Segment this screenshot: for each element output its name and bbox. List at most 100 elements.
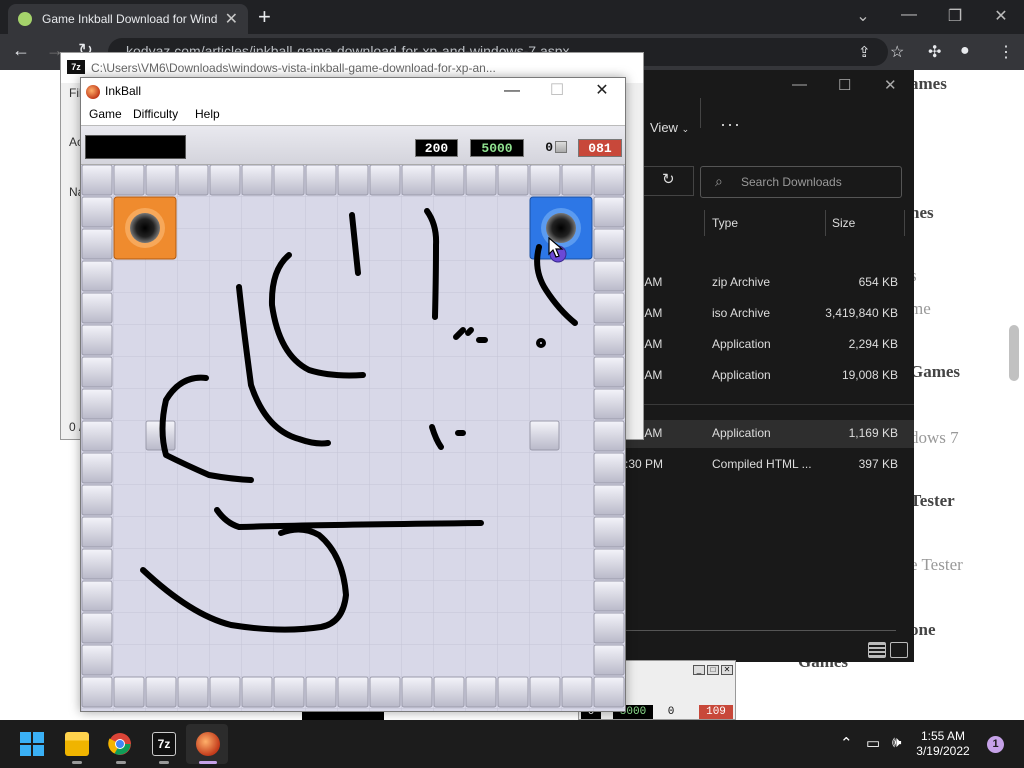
inkball-taskbar-icon[interactable] xyxy=(196,732,220,756)
wall-tile xyxy=(529,676,561,708)
orange-hole xyxy=(113,196,177,260)
wall-tile xyxy=(305,676,337,708)
file-explorer-taskbar-icon[interactable] xyxy=(65,732,89,756)
file-row-selected[interactable]: :41 AM Application 1,169 KB xyxy=(600,420,914,448)
tab-search-icon[interactable]: ⌄ xyxy=(840,6,886,26)
wall-tile xyxy=(593,644,625,676)
search-downloads-input[interactable]: ⌕ Search Downloads xyxy=(700,166,902,198)
page-link[interactable]: ames xyxy=(910,74,947,94)
wall-tile xyxy=(401,165,433,196)
explorer-minimize-button[interactable]: — xyxy=(792,76,807,93)
column-header-type[interactable]: Type xyxy=(712,216,738,230)
start-windows-icon[interactable] xyxy=(20,732,44,756)
wall-tile xyxy=(337,676,369,708)
file-size: 397 KB xyxy=(858,457,898,471)
page-text: e Tester xyxy=(910,555,963,574)
inkball-title-bar[interactable]: InkBall — ☐ ✕ xyxy=(81,78,625,105)
wall-tile xyxy=(81,644,113,676)
browser-restore-button[interactable]: ❐ xyxy=(932,6,978,26)
volume-icon[interactable]: 🕪 xyxy=(892,734,901,751)
tab-title: Game Inkball Download for Windo xyxy=(42,12,217,26)
wall-tile xyxy=(337,165,369,196)
view-button[interactable]: View ⌄ xyxy=(650,120,689,135)
details-view-icon[interactable] xyxy=(868,642,886,658)
wall-tile xyxy=(593,484,625,516)
bookmark-star-icon[interactable]: ☆ xyxy=(890,42,904,62)
file-size: 654 KB xyxy=(858,275,898,289)
toolbar-divider xyxy=(700,98,701,128)
file-type: Application xyxy=(712,426,771,440)
file-type: Compiled HTML ... xyxy=(712,457,812,471)
chrome-menu-icon[interactable]: ⋮ xyxy=(998,42,1014,62)
browser-minimize-button[interactable]: — xyxy=(886,6,932,24)
wall-tile xyxy=(593,292,625,324)
wall-tile xyxy=(433,165,465,196)
wall-tile xyxy=(593,228,625,260)
file-row[interactable]: :32 AM Application 2,294 KB xyxy=(600,331,914,359)
ink2-close-button[interactable]: ✕ xyxy=(721,665,733,675)
running-indicator xyxy=(159,761,169,764)
file-row[interactable]: :53 AM iso Archive 3,419,840 KB xyxy=(600,300,914,328)
wall-tile xyxy=(273,676,305,708)
explorer-close-button[interactable]: ✕ xyxy=(884,76,897,94)
page-scrollbar-thumb[interactable] xyxy=(1009,325,1019,381)
wall-tile xyxy=(593,676,625,708)
network-icon[interactable]: ▭ xyxy=(866,734,880,752)
balls-count: 0 xyxy=(545,140,553,155)
chrome-taskbar-icon[interactable] xyxy=(108,732,132,756)
wall-tile xyxy=(81,420,113,452)
wall-tile xyxy=(465,165,497,196)
menu-game[interactable]: Game xyxy=(89,107,122,121)
wall-tile xyxy=(593,580,625,612)
extensions-icon[interactable]: ✣ xyxy=(928,42,941,62)
wall-tile xyxy=(561,676,593,708)
ink-dot xyxy=(536,338,546,348)
wall-tile xyxy=(113,165,145,196)
ink2-minimize-button[interactable]: _ xyxy=(693,665,705,675)
column-header-size[interactable]: Size xyxy=(832,216,855,230)
tab-close-icon[interactable]: ✕ xyxy=(225,9,238,29)
search-placeholder: Search Downloads xyxy=(741,175,842,189)
tray-chevron-up-icon[interactable]: ⌃ xyxy=(840,734,853,752)
inkball-close-button[interactable]: ✕ xyxy=(579,80,625,104)
wall-tile xyxy=(305,165,337,196)
wall-tile xyxy=(145,165,177,196)
refresh-icon[interactable]: ↻ xyxy=(662,170,675,188)
page-link[interactable]: Tester xyxy=(910,491,955,511)
inkball-maximize-button[interactable]: ☐ xyxy=(534,80,580,104)
clock[interactable]: 1:55 AM 3/19/2022 xyxy=(912,729,974,759)
tiles-view-icon[interactable] xyxy=(890,642,908,658)
wall-tile xyxy=(81,196,113,228)
explorer-maximize-button[interactable]: ☐ xyxy=(838,76,851,94)
ink2-maximize-button[interactable]: □ xyxy=(707,665,719,675)
notification-badge[interactable]: 1 xyxy=(987,736,1004,753)
page-link[interactable]: Games xyxy=(910,362,960,382)
inkball-menu-bar: Game Difficulty Help xyxy=(81,105,625,125)
menu-help[interactable]: Help xyxy=(195,107,220,121)
file-row[interactable]: :30 PM Compiled HTML ... 397 KB xyxy=(600,451,914,479)
browser-tab[interactable]: Game Inkball Download for Windo ✕ xyxy=(8,4,248,34)
game-board-canvas[interactable] xyxy=(81,165,625,711)
wall-tile xyxy=(593,356,625,388)
current-score: 200 xyxy=(415,139,458,157)
file-type: Application xyxy=(712,368,771,382)
file-size: 3,419,840 KB xyxy=(825,306,898,320)
more-options-button[interactable]: ··· xyxy=(720,114,741,135)
ink2-time: 109 xyxy=(699,705,733,719)
7zip-taskbar-icon[interactable]: 7z xyxy=(152,732,176,756)
wall-tile xyxy=(433,676,465,708)
inkball-minimize-button[interactable]: — xyxy=(489,80,535,104)
wall-tile xyxy=(81,388,113,420)
wall-tile xyxy=(369,165,401,196)
inkball-game-board[interactable] xyxy=(81,165,625,711)
file-modified: :30 PM xyxy=(625,457,664,471)
back-arrow-icon[interactable]: ← xyxy=(12,40,30,61)
profile-icon[interactable]: ● xyxy=(960,42,970,60)
new-tab-button[interactable]: + xyxy=(258,4,271,30)
menu-difficulty[interactable]: Difficulty xyxy=(133,107,178,121)
wall-tile xyxy=(81,484,113,516)
file-row[interactable]: :12 AM Application 19,008 KB xyxy=(600,362,914,390)
browser-close-button[interactable]: ✕ xyxy=(978,6,1024,26)
share-icon[interactable]: ⇪ xyxy=(858,43,871,61)
file-row[interactable]: :54 AM zip Archive 654 KB xyxy=(600,269,914,297)
